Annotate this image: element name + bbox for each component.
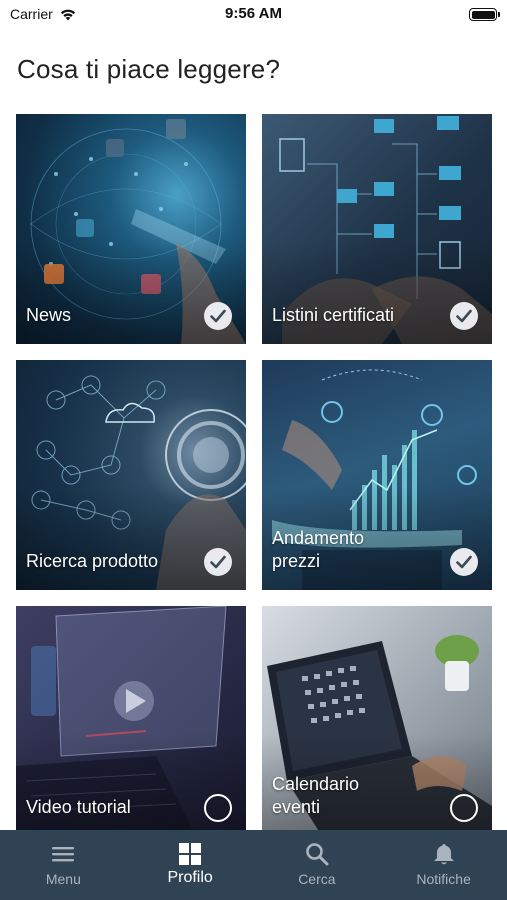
topic-tile-ricerca-prodotto[interactable]: Ricerca prodotto [16,360,246,590]
topic-label: Listini certificati [272,305,395,325]
unchecked-circle-icon[interactable] [204,794,232,822]
tab-label: Menu [45,871,81,887]
status-time: 9:56 AM [225,5,282,22]
topic-tile-video-tutorial[interactable]: Video tutorial [16,606,246,836]
tab-bar: Menu Profilo Cerca Notifiche [0,830,507,900]
menu-icon [52,847,75,862]
tab-notifiche[interactable]: Notifiche [380,830,507,900]
checkmark-icon[interactable] [450,548,478,576]
unchecked-circle-icon[interactable] [450,794,478,822]
topic-label: Calendario eventi [272,774,360,817]
tab-label: Profilo [167,869,213,886]
topic-label: News [26,305,72,325]
checkmark-icon[interactable] [204,548,232,576]
tab-label: Notifiche [416,871,471,887]
topic-label: Ricerca prodotto [26,551,159,571]
grid-icon [179,843,202,865]
topic-label: Andamento prezzi [272,528,365,571]
search-icon [306,843,329,866]
topic-label: Video tutorial [26,797,131,817]
topic-tile-calendario-eventi[interactable]: Calendario eventi [262,606,492,836]
tab-profilo[interactable]: Profilo [127,830,254,900]
status-bar: Carrier 9:56 AM [0,0,507,30]
bell-icon [433,844,454,865]
tab-label: Cerca [298,871,336,887]
topic-tile-andamento-prezzi[interactable]: Andamento prezzi [262,360,492,590]
checkmark-icon[interactable] [204,302,232,330]
topic-tile-news[interactable]: News [16,114,246,344]
checkmark-icon[interactable] [450,302,478,330]
tab-cerca[interactable]: Cerca [254,830,381,900]
page-title: Cosa ti piace leggere? [17,54,281,84]
topic-tile-listini-certificati[interactable]: Listini certificati [262,114,492,344]
battery-icon [469,8,500,21]
tab-menu[interactable]: Menu [0,830,127,900]
